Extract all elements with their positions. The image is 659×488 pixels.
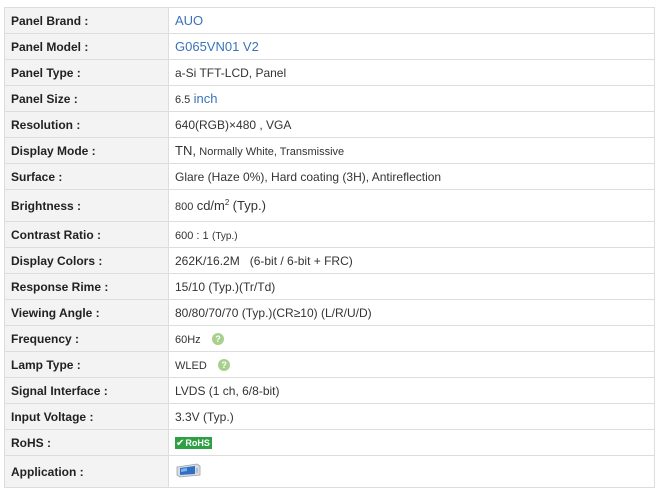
row-label: Panel Brand :: [4, 7, 169, 34]
panel-size-value: 6.5: [175, 94, 191, 106]
row-value: 6.5 inch: [168, 85, 655, 112]
row-value: 60Hz ?: [168, 325, 655, 352]
row-label: Frequency :: [4, 325, 169, 352]
table-row: Surface : Glare (Haze 0%), Hard coating …: [4, 163, 655, 190]
table-row: Brightness : 800 cd/m2 (Typ.): [4, 189, 655, 222]
spec-table: Panel Brand : AUO Panel Model : G065VN01…: [4, 7, 655, 488]
row-value: 262K/16.2M (6-bit / 6-bit + FRC): [168, 247, 655, 274]
row-value: ✔ RoHS: [168, 429, 655, 456]
brightness-value: 800: [175, 201, 194, 213]
row-label: Viewing Angle :: [4, 299, 169, 326]
table-row: RoHS : ✔ RoHS: [4, 429, 655, 456]
row-value: 15/10 (Typ.)(Tr/Td): [168, 273, 655, 300]
table-row: Viewing Angle : 80/80/70/70 (Typ.)(CR≥10…: [4, 299, 655, 326]
check-icon: ✔: [176, 437, 185, 449]
row-label: Resolution :: [4, 111, 169, 138]
row-label: Panel Type :: [4, 59, 169, 86]
row-value: 3.3V (Typ.): [168, 403, 655, 430]
row-value: a-Si TFT-LCD, Panel: [168, 59, 655, 86]
brightness-unit-exponent: 2: [224, 198, 230, 207]
row-value: TN, Normally White, Transmissive: [168, 137, 655, 164]
table-row: Application :: [4, 455, 655, 488]
table-row: Response Rime : 15/10 (Typ.)(Tr/Td): [4, 273, 655, 300]
table-row: Frequency : 60Hz ?: [4, 325, 655, 352]
row-value: AUO: [168, 7, 655, 34]
table-row: Panel Type : a-Si TFT-LCD, Panel: [4, 59, 655, 86]
contrast-value: 600 : 1: [175, 229, 209, 242]
table-row: Panel Model : G065VN01 V2: [4, 33, 655, 60]
row-label: Response Rime :: [4, 273, 169, 300]
brightness-unit: cd/m: [196, 198, 225, 213]
row-value: 640(RGB)×480 , VGA: [168, 111, 655, 138]
row-value: G065VN01 V2: [168, 33, 655, 60]
table-row: Resolution : 640(RGB)×480 , VGA: [4, 111, 655, 138]
lamp-type-value: WLED: [175, 359, 207, 372]
row-label: Application :: [4, 455, 169, 488]
rohs-badge-label: RoHS: [185, 438, 210, 449]
table-row: Display Colors : 262K/16.2M (6-bit / 6-b…: [4, 247, 655, 274]
brightness-typ: (Typ.): [232, 198, 266, 213]
display-mode-type: TN,: [175, 143, 196, 158]
panel-model-link[interactable]: G065VN01 V2: [175, 39, 259, 54]
table-row: Panel Brand : AUO: [4, 7, 655, 34]
panel-brand-link[interactable]: AUO: [175, 13, 203, 28]
panel-size-unit-link[interactable]: inch: [194, 91, 218, 106]
row-label: Surface :: [4, 163, 169, 190]
row-label: Display Colors :: [4, 247, 169, 274]
row-value: WLED ?: [168, 351, 655, 378]
row-value: 600 : 1 (Typ.): [168, 221, 655, 248]
display-mode-detail: Normally White, Transmissive: [199, 146, 345, 158]
frequency-value: 60Hz: [175, 333, 201, 346]
table-row: Lamp Type : WLED ?: [4, 351, 655, 378]
contrast-typ: (Typ.): [211, 230, 238, 242]
rohs-badge: ✔ RoHS: [175, 437, 212, 450]
table-row: Signal Interface : LVDS (1 ch, 6/8-bit): [4, 377, 655, 404]
table-row: Display Mode : TN, Normally White, Trans…: [4, 137, 655, 164]
row-value: 80/80/70/70 (Typ.)(CR≥10) (L/R/U/D): [168, 299, 655, 326]
row-label: Display Mode :: [4, 137, 169, 164]
row-label: Brightness :: [4, 189, 169, 222]
question-icon[interactable]: ?: [212, 333, 225, 346]
row-label: Signal Interface :: [4, 377, 169, 404]
row-value: 800 cd/m2 (Typ.): [168, 189, 655, 222]
row-label: Input Voltage :: [4, 403, 169, 430]
question-icon[interactable]: ?: [218, 359, 231, 372]
industrial-display-icon[interactable]: [175, 462, 201, 481]
table-row: Input Voltage : 3.3V (Typ.): [4, 403, 655, 430]
row-label: Lamp Type :: [4, 351, 169, 378]
row-value: Glare (Haze 0%), Hard coating (3H), Anti…: [168, 163, 655, 190]
row-value: [168, 455, 655, 488]
row-label: Panel Model :: [4, 33, 169, 60]
row-value: LVDS (1 ch, 6/8-bit): [168, 377, 655, 404]
table-row: Panel Size : 6.5 inch: [4, 85, 655, 112]
row-label: Panel Size :: [4, 85, 169, 112]
table-row: Contrast Ratio : 600 : 1 (Typ.): [4, 221, 655, 248]
row-label: Contrast Ratio :: [4, 221, 169, 248]
row-label: RoHS :: [4, 429, 169, 456]
